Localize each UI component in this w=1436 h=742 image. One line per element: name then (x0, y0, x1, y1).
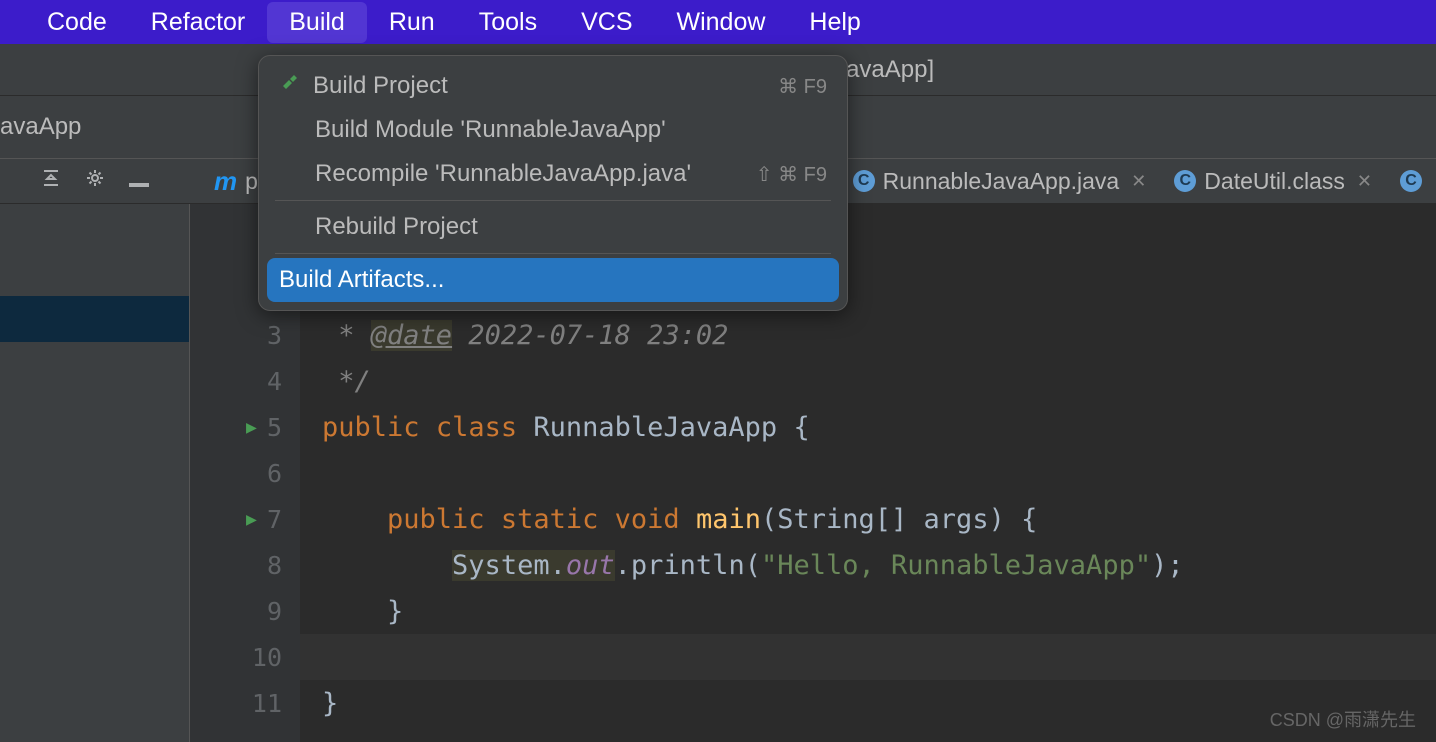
menu-window[interactable]: Window (655, 2, 788, 43)
project-sidebar[interactable] (0, 204, 190, 742)
minimize-icon[interactable] (129, 170, 149, 193)
code-line: * @date 2022-07-18 23:02 (300, 312, 1436, 358)
code-line: public class RunnableJavaApp { (300, 404, 1436, 450)
menu-build-module[interactable]: Build Module 'RunnableJavaApp' (259, 108, 847, 152)
gutter-line[interactable]: ▶7⊟ (190, 496, 300, 542)
menu-refactor[interactable]: Refactor (129, 2, 267, 43)
build-menu-dropdown: Build Project ⌘ F9 Build Module 'Runnabl… (258, 55, 848, 311)
close-icon[interactable]: ✕ (1357, 171, 1372, 192)
menu-run[interactable]: Run (367, 2, 457, 43)
class-icon: C (1400, 170, 1422, 192)
gutter-line[interactable]: ▶5⊟ (190, 404, 300, 450)
menubar: Code Refactor Build Run Tools VCS Window… (0, 0, 1436, 44)
menu-build-project[interactable]: Build Project ⌘ F9 (259, 64, 847, 108)
code-line: public static void main(String[] args) { (300, 496, 1436, 542)
menu-build-artifacts[interactable]: Build Artifacts... (267, 258, 839, 302)
separator (275, 200, 831, 201)
class-icon: C (853, 170, 875, 192)
tab-runnable-java-app[interactable]: C RunnableJavaApp.java ✕ (839, 160, 1161, 203)
menu-rebuild-project[interactable]: Rebuild Project (259, 205, 847, 249)
gutter-line[interactable]: 3 (190, 312, 300, 358)
tab-partial[interactable]: C (1386, 162, 1436, 200)
hammer-icon (279, 72, 301, 100)
sidebar-selected-item[interactable] (0, 296, 189, 342)
menu-recompile[interactable]: Recompile 'RunnableJavaApp.java' ⇧ ⌘ F9 (259, 152, 847, 196)
tab-dateutil[interactable]: C DateUtil.class ✕ (1160, 160, 1386, 203)
collapse-icon[interactable] (41, 168, 61, 194)
gutter-line[interactable]: 4⊟ (190, 358, 300, 404)
gutter-line[interactable]: 6 (190, 450, 300, 496)
menu-build[interactable]: Build (267, 2, 367, 43)
gear-icon[interactable] (85, 168, 105, 194)
gutter-line[interactable]: 8 (190, 542, 300, 588)
code-line: */ (300, 358, 1436, 404)
code-line: } (300, 680, 1436, 726)
watermark: CSDN @雨潇先生 (1270, 706, 1416, 732)
maven-icon: m (214, 166, 237, 197)
sidebar-tools (0, 168, 190, 194)
code-line: System.out.println("Hello, RunnableJavaA… (300, 542, 1436, 588)
separator (275, 253, 831, 254)
code-line: } (300, 588, 1436, 634)
code-line (300, 634, 1436, 680)
class-icon: C (1174, 170, 1196, 192)
run-icon[interactable]: ▶ (246, 509, 257, 530)
menu-tools[interactable]: Tools (457, 2, 559, 43)
gutter-line[interactable]: 9⊟ (190, 588, 300, 634)
code-line (300, 450, 1436, 496)
gutter-line[interactable]: 11 (190, 680, 300, 726)
menu-help[interactable]: Help (787, 2, 882, 43)
close-icon[interactable]: ✕ (1131, 171, 1146, 192)
gutter-line[interactable]: 10 (190, 634, 300, 680)
menu-code[interactable]: Code (25, 2, 129, 43)
run-icon[interactable]: ▶ (246, 417, 257, 438)
menu-vcs[interactable]: VCS (559, 2, 654, 43)
